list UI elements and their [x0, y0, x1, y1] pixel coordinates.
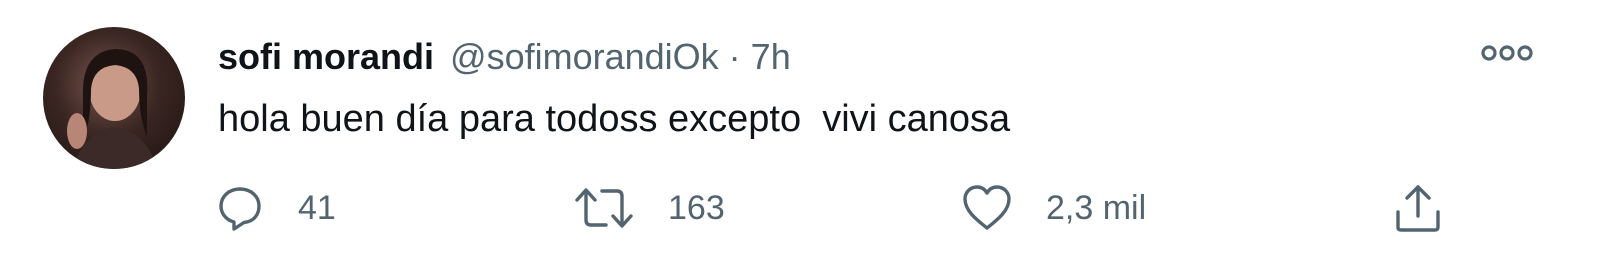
tweet-text: hola buen día para todoss excepto vivi c… — [218, 98, 1011, 140]
tweet-actions: 41 163 2,3 mil — [0, 178, 1600, 238]
avatar[interactable] — [43, 27, 185, 169]
reply-icon — [216, 184, 264, 232]
retweet-icon — [574, 184, 634, 232]
display-name[interactable]: sofi morandi — [218, 36, 434, 78]
more-icon — [1481, 45, 1533, 61]
share-icon — [1392, 182, 1444, 234]
reply-button[interactable]: 41 — [216, 178, 336, 238]
like-count: 2,3 mil — [1046, 188, 1147, 227]
timestamp[interactable]: 7h — [751, 36, 791, 78]
separator-dot: · — [728, 36, 741, 77]
more-options-button[interactable] — [1480, 38, 1534, 68]
tweet-card[interactable]: sofi morandi @sofimorandiOk · 7h hola bu… — [0, 0, 1600, 262]
heart-icon — [962, 184, 1012, 232]
share-button[interactable] — [1392, 178, 1444, 238]
retweet-count: 163 — [668, 188, 725, 227]
like-button[interactable]: 2,3 mil — [962, 178, 1146, 238]
user-handle[interactable]: @sofimorandiOk — [450, 36, 719, 78]
retweet-button[interactable]: 163 — [574, 178, 725, 238]
avatar-photo — [67, 49, 157, 169]
tweet-header: sofi morandi @sofimorandiOk · 7h — [218, 36, 791, 82]
reply-count: 41 — [298, 188, 336, 227]
